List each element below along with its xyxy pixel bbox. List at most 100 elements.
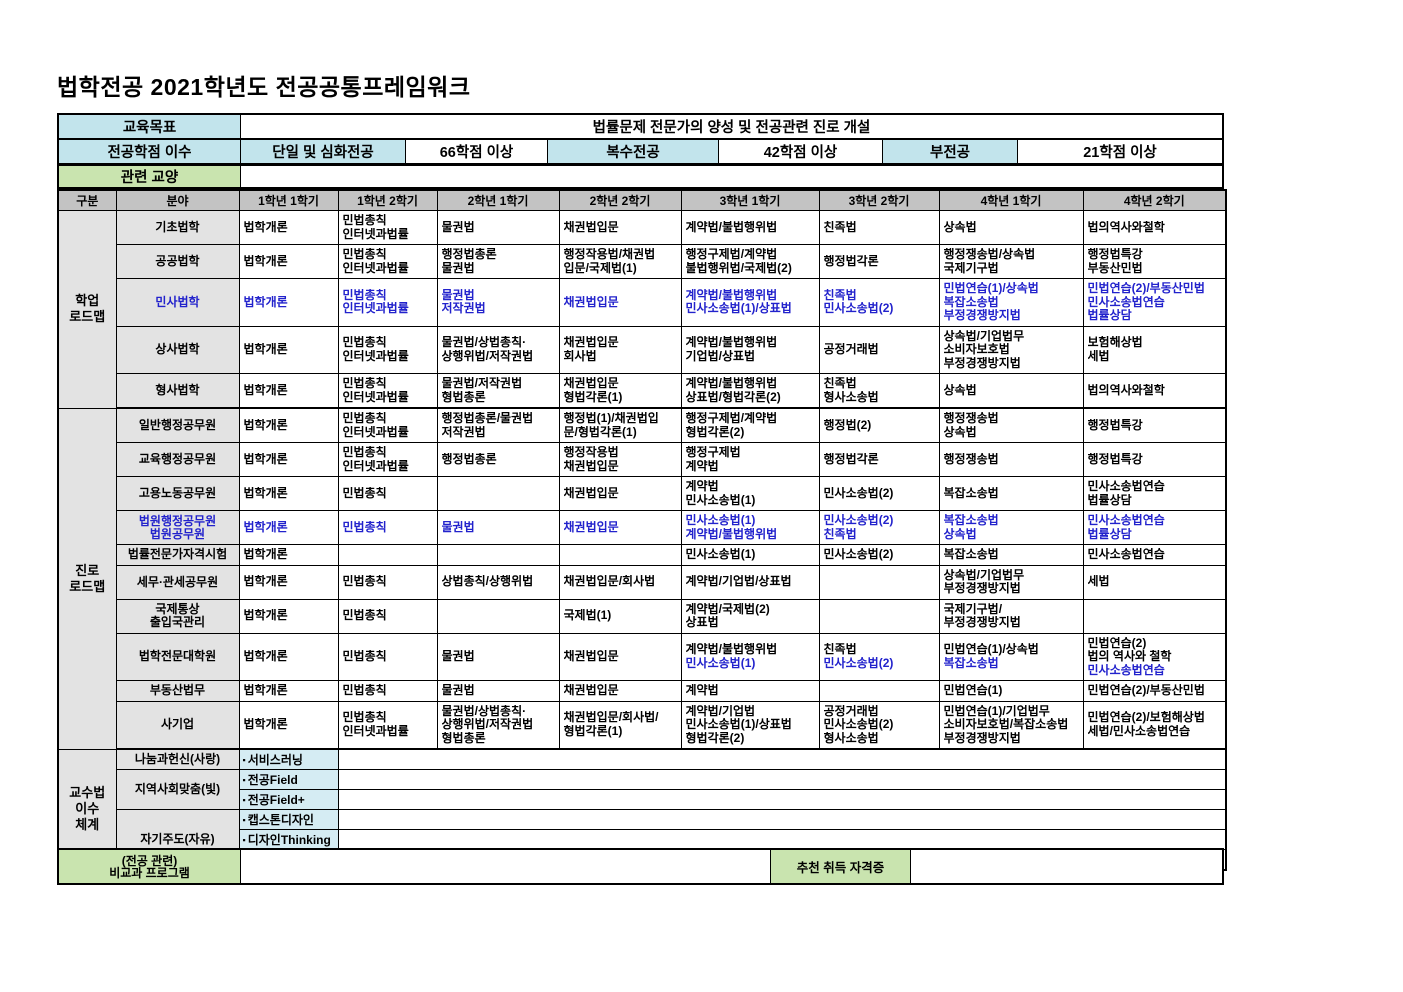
table-row: 법학전문대학원법학개론민법총칙물권법채권법입문계약법/불법행위법민사소송법(1)… [58, 633, 1226, 681]
course-cell: 계약법 [681, 681, 819, 702]
course-cell: 민법총칙 [338, 477, 437, 511]
course-cell: 행정쟁송법 [939, 443, 1083, 477]
course-line: 민사소송법연습 [1088, 514, 1222, 528]
course-line: 저작권법 [442, 426, 555, 440]
course-line: 행정구제법/계약법 [686, 412, 815, 426]
group-label-cell: 학업 로드맵 [58, 211, 116, 409]
course-line: 물권법/저작권법 [442, 377, 555, 391]
course-line: 행정법총론 [442, 248, 555, 262]
course-line: 복잡소송법 [944, 657, 1079, 671]
course-cell: 민사소송법연습법률상담 [1083, 511, 1226, 545]
pedagogy-notes-cell [338, 770, 1226, 790]
course-line: 인터넷과법률 [343, 426, 433, 440]
column-header: 4학년 1학기 [939, 190, 1083, 211]
field-cell: 고용노동공무원 [116, 477, 239, 511]
course-line: 행정법특강 [1088, 248, 1222, 262]
course-line: 법학개론 [244, 650, 334, 664]
course-line: 부정경쟁방지법 [944, 732, 1079, 746]
course-cell: 물권법 [437, 633, 559, 681]
course-line: 형법각론(1) [564, 725, 677, 739]
course-line: 민법총칙 [343, 521, 433, 535]
course-cell: 행정법(2) [819, 408, 939, 443]
course-line: 상속법 [944, 384, 1079, 398]
course-line: 물권법 [442, 221, 555, 235]
course-line: 소비자보호법/복잡소송법 [944, 718, 1079, 732]
course-line: 복잡소송법 [944, 548, 1079, 562]
course-line: 행정법(2) [824, 419, 935, 433]
credits-row: 전공학점 이수 단일 및 심화전공 66학점 이상 복수전공 42학점 이상 부… [59, 138, 1222, 163]
course-cell: 민법총칙인터넷과법률 [338, 408, 437, 443]
course-cell: 법학개론 [239, 545, 338, 566]
course-cell: 행정쟁송법상속법 [939, 408, 1083, 443]
course-line: 상속법 [944, 426, 1079, 440]
pedagogy-item-cell: ▪전공Field [239, 770, 338, 790]
column-header: 분야 [116, 190, 239, 211]
table-row: 학업 로드맵기초법학법학개론민법총칙인터넷과법률물권법채권법입문계약법/불법행위… [58, 211, 1226, 245]
course-line: 민법연습(2)/부동산민법 [1088, 282, 1222, 296]
course-line: 민법연습(2)/보험해상법 [1088, 711, 1222, 725]
course-line: 물권법 [442, 650, 555, 664]
goal-label-cell: 교육목표 [59, 115, 240, 138]
course-cell: 친족법형사소송법 [819, 374, 939, 409]
course-cell: 채권법입문/회사법 [559, 565, 681, 599]
course-line: 법률상담 [1088, 309, 1222, 323]
table-row: 사기업법학개론민법총칙인터넷과법률물권법/상법총칙·상행위법/저작권법형법총론채… [58, 701, 1226, 749]
curriculum-body: 학업 로드맵기초법학법학개론민법총칙인터넷과법률물권법채권법입문계약법/불법행위… [58, 211, 1226, 871]
cert-label-cell: 추천 취득 자격증 [770, 850, 910, 883]
field-cell: 형사법학 [116, 374, 239, 409]
course-line: 민법총칙 [343, 446, 433, 460]
course-line: 물권법 [442, 684, 555, 698]
course-cell: 복잡소송법 [939, 545, 1083, 566]
course-line: 민사소송법(1)/상표법 [686, 718, 815, 732]
course-cell: 계약법/불법행위법 [681, 211, 819, 245]
column-header: 4학년 2학기 [1083, 190, 1226, 211]
column-header: 2학년 2학기 [559, 190, 681, 211]
curriculum-header: 구분분야1학년 1학기1학년 2학기2학년 1학기2학년 2학기3학년 1학기3… [58, 190, 1226, 211]
course-line: 법학개론 [244, 575, 334, 589]
course-line: 법학개론 [244, 521, 334, 535]
course-line: 채권법입문 [564, 377, 677, 391]
course-cell [559, 545, 681, 566]
course-cell: 상속법 [939, 211, 1083, 245]
course-line: 부정경쟁방지법 [944, 309, 1079, 323]
course-line: 행정쟁송법 [944, 453, 1079, 467]
column-header: 3학년 2학기 [819, 190, 939, 211]
course-line: 복잡소송법 [944, 296, 1079, 310]
program-label-cell: (전공 관련) 비교과 프로그램 [59, 850, 240, 883]
pedagogy-notes-cell [338, 790, 1226, 810]
course-line: 형사소송법 [824, 391, 935, 405]
course-line: 민사소송법(1) [686, 514, 815, 528]
course-line: 행정작용법/채권법 [564, 248, 677, 262]
course-line: 문/형법각론(1) [564, 426, 677, 440]
credit-cell: 21학점 이상 [1017, 140, 1222, 163]
course-cell [819, 599, 939, 633]
course-cell: 계약법/국제법(2)상표법 [681, 599, 819, 633]
course-line: 상행위법/저작권법 [442, 718, 555, 732]
course-line: 행정구제법 [686, 446, 815, 460]
course-line: 복잡소송법 [944, 514, 1079, 528]
course-cell: 민법총칙 [338, 565, 437, 599]
course-line: 행정쟁송법 [944, 412, 1079, 426]
bullet-icon: ▪ [243, 795, 246, 805]
course-line: 법률상담 [1088, 494, 1222, 508]
course-cell: 법학개론 [239, 701, 338, 749]
course-line: 법학개론 [244, 384, 334, 398]
course-line: 민법연습(2) [1088, 637, 1222, 651]
credit-cell: 66학점 이상 [405, 140, 547, 163]
goal-row: 교육목표 법률문제 전문가의 양성 및 전공관련 진로 개설 [59, 115, 1222, 138]
course-line: 계약법 [686, 684, 815, 698]
course-line: 행정법각론 [824, 255, 935, 269]
course-line: 민사소송법(2) [824, 548, 935, 562]
course-cell: 법학개론 [239, 245, 338, 279]
liberal-arts-row: 관련 교양 [57, 164, 1224, 189]
course-line: 행정법총론 [442, 453, 555, 467]
course-line: 물권법 [442, 521, 555, 535]
course-line: 민법총칙 [343, 487, 433, 501]
course-line: 인터넷과법률 [343, 262, 433, 276]
course-cell [1083, 599, 1226, 633]
course-cell: 채권법입문 [559, 211, 681, 245]
pedagogy-category-cell: 지역사회맞춤(빛) [116, 770, 239, 810]
field-cell: 법원행정공무원 법원공무원 [116, 511, 239, 545]
course-cell [437, 477, 559, 511]
course-cell: 행정구제법/계약법형법각론(2) [681, 408, 819, 443]
